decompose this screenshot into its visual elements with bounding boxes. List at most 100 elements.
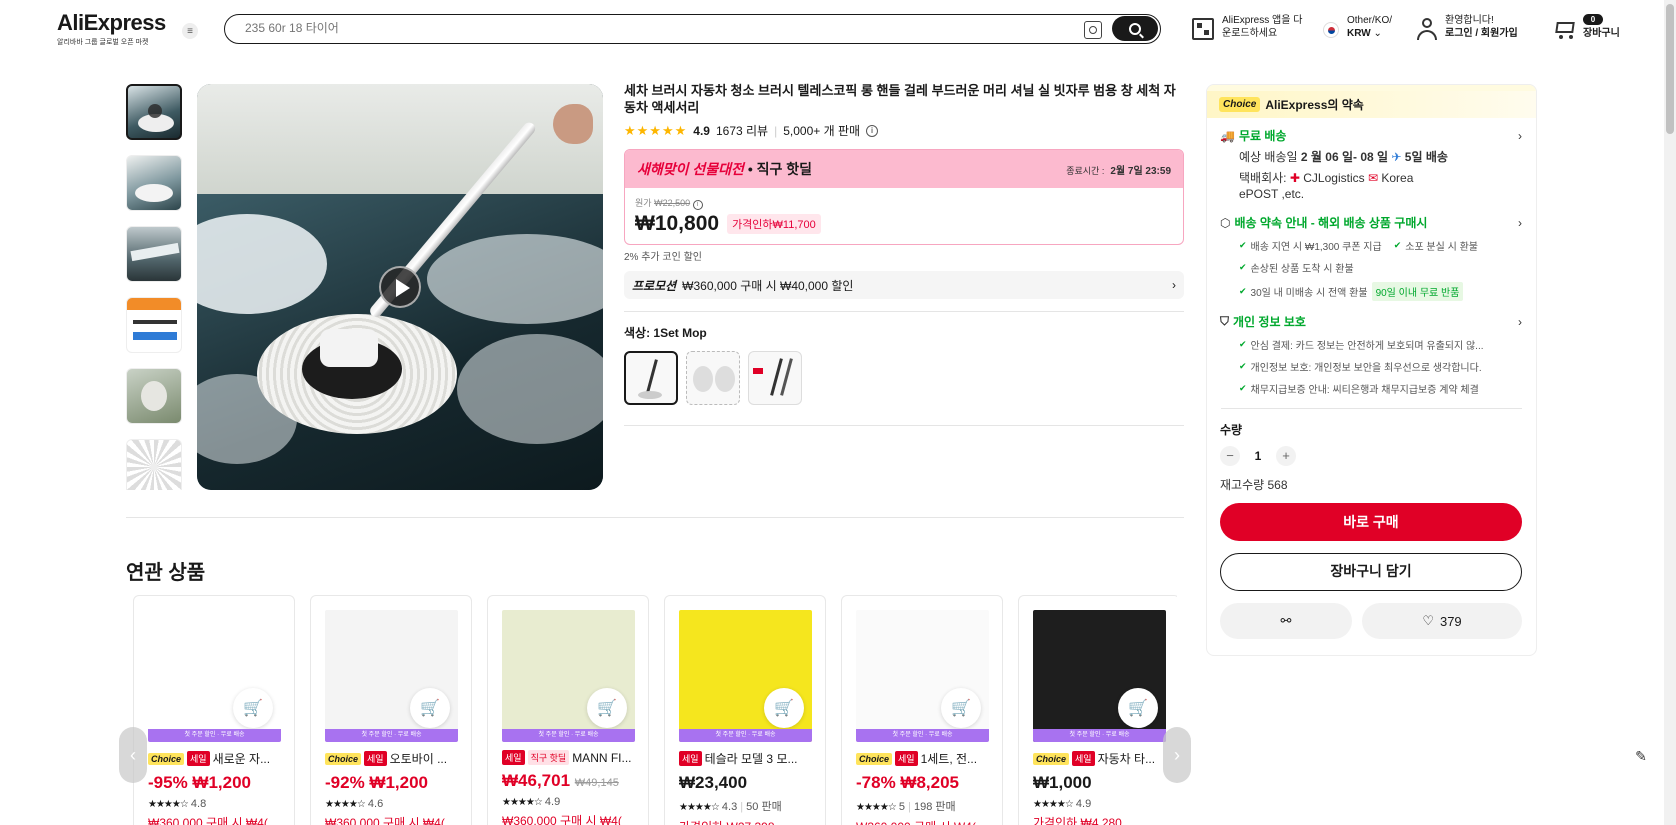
cart-link[interactable]: 장바구니 bbox=[1583, 27, 1620, 40]
carousel-prev-button[interactable]: ‹ bbox=[119, 727, 147, 783]
divider bbox=[624, 311, 1184, 312]
product-image[interactable]: 🛒 첫 주문 할인 · 무료 배송 bbox=[679, 610, 812, 742]
product-name[interactable]: Choice 세일 1세트, 전... bbox=[856, 750, 988, 767]
add-to-cart-icon[interactable]: 🛒 bbox=[587, 688, 627, 728]
info-icon[interactable]: i bbox=[692, 200, 703, 210]
first-order-band: 첫 주문 할인 · 무료 배송 bbox=[856, 729, 989, 742]
product-card[interactable]: 🛒 첫 주문 할인 · 무료 배송 세일 테슬라 모델 3 모... ₩23,40… bbox=[664, 595, 826, 825]
color-option-2[interactable] bbox=[686, 351, 740, 405]
quantity-section: 수량 − 1 + 재고수량 568 바로 구매 장바구니 담기 ⚯ ♡ 379 bbox=[1207, 421, 1536, 639]
qr-code-icon[interactable] bbox=[1192, 18, 1214, 40]
check-icon: ✔ bbox=[1239, 262, 1247, 272]
product-title: 세차 브러시 자동차 청소 브러시 텔레스코픽 롱 핸들 걸레 부드러운 머리 … bbox=[624, 83, 1176, 115]
decrease-quantity-button[interactable]: − bbox=[1220, 446, 1240, 466]
camera-search-icon[interactable] bbox=[1084, 21, 1102, 39]
color-option-3[interactable] bbox=[748, 351, 802, 405]
share-icon: ⚯ bbox=[1280, 613, 1292, 628]
thumbnail-2[interactable] bbox=[126, 155, 182, 211]
rating-stars: ★★★★☆ bbox=[679, 802, 720, 813]
original-price: ₩22,500 bbox=[654, 198, 691, 208]
delivery-guarantee-section[interactable]: ⬡ 배송 약속 안내 - 해외 배송 상품 구매시 › ✔ 배송 지연 시 ₩1,30… bbox=[1207, 214, 1536, 301]
promotion-row[interactable]: 프로모션 ₩360,000 구매 시 ₩40,000 할인 › bbox=[624, 271, 1184, 299]
edit-icon[interactable]: ✎ bbox=[1630, 748, 1652, 770]
cart-icon[interactable] bbox=[1553, 19, 1577, 39]
add-to-cart-icon[interactable]: 🛒 bbox=[764, 688, 804, 728]
product-tag: Choice bbox=[325, 752, 362, 765]
play-video-button[interactable] bbox=[379, 266, 421, 308]
shield-icon: ⬡ bbox=[1220, 215, 1231, 230]
shipping-section[interactable]: 🚚 무료 배송 › 예상 배송일 2 월 06 일- 08 일 ✈ 5일 배송 택배… bbox=[1207, 127, 1536, 202]
thumbnail-1[interactable] bbox=[126, 84, 182, 140]
product-card[interactable]: 🛒 첫 주문 할인 · 무료 배송 세일 직구 핫딜 MANN FI... ₩46,… bbox=[487, 595, 649, 825]
add-to-cart-icon[interactable]: 🛒 bbox=[410, 688, 450, 728]
main-product-image[interactable] bbox=[197, 84, 603, 490]
color-option-1[interactable] bbox=[624, 351, 678, 405]
category-menu-button[interactable]: ≡ bbox=[182, 23, 198, 39]
product-card[interactable]: 🛒 첫 주문 할인 · 무료 배송 Choice 세일 자동차 타... ₩1,00… bbox=[1018, 595, 1177, 825]
search-input[interactable] bbox=[245, 21, 1045, 35]
product-image[interactable]: 🛒 첫 주문 할인 · 무료 배송 bbox=[148, 610, 281, 742]
original-price-label: 원가 bbox=[635, 198, 652, 208]
quantity-stepper: − 1 + bbox=[1220, 446, 1522, 466]
product-name[interactable]: Choice 세일 새로운 자... bbox=[148, 750, 280, 767]
page-scrollbar[interactable] bbox=[1664, 0, 1676, 825]
thumbnail-5[interactable] bbox=[126, 368, 182, 424]
rating-stars: ★★★★☆ bbox=[502, 797, 543, 808]
cj-logo-icon: ✚ bbox=[1289, 171, 1300, 185]
product-name[interactable]: 세일 테슬라 모델 3 모... bbox=[679, 750, 811, 767]
choice-header: Choice AliExpress의 약속 bbox=[1207, 85, 1536, 118]
product-name[interactable]: Choice 세일 자동차 타... bbox=[1033, 750, 1165, 767]
product-promo: ₩360,000 구매 시 ₩4( bbox=[148, 816, 268, 825]
privacy-section[interactable]: ⛉ 개인 정보 보호 › ✔ 안심 결제: 카드 정보는 안전하게 보호되며 유출되지… bbox=[1207, 313, 1536, 396]
buy-now-button[interactable]: 바로 구매 bbox=[1220, 503, 1522, 541]
wishlist-button[interactable]: ♡ 379 bbox=[1362, 603, 1522, 639]
choice-title: AliExpress의 약속 bbox=[1265, 98, 1364, 112]
product-name[interactable]: Choice 세일 오토바이 ... bbox=[325, 750, 457, 767]
region-currency-selector[interactable]: Other/KO/ KRW ⌄ bbox=[1347, 14, 1392, 40]
share-button[interactable]: ⚯ bbox=[1220, 603, 1352, 639]
thumbnail-4[interactable] bbox=[126, 297, 182, 353]
price-cut-badge: 가격인하₩11,700 bbox=[727, 214, 821, 234]
product-rating: ★★★★☆ 4.9 bbox=[1033, 798, 1092, 810]
product-rating: ★★★★☆ 4.9 bbox=[502, 796, 561, 808]
info-icon[interactable]: i bbox=[866, 124, 879, 137]
add-to-cart-button[interactable]: 장바구니 담기 bbox=[1220, 553, 1522, 591]
product-card[interactable]: 🛒 첫 주문 할인 · 무료 배송 Choice 세일 1세트, 전... -78%… bbox=[841, 595, 1003, 825]
product-info: 세차 브러시 자동차 청소 브러시 텔레스코픽 롱 핸들 걸레 부드러운 머리 … bbox=[624, 82, 1184, 426]
add-to-cart-icon[interactable]: 🛒 bbox=[1118, 688, 1158, 728]
product-tag: 세일 bbox=[895, 751, 918, 766]
increase-quantity-button[interactable]: + bbox=[1276, 446, 1296, 466]
product-card[interactable]: 🛒 첫 주문 할인 · 무료 배송 Choice 세일 오토바이 ... -92% … bbox=[310, 595, 472, 825]
choice-badge: Choice bbox=[1219, 97, 1261, 112]
product-card[interactable]: 🛒 첫 주문 할인 · 무료 배송 Choice 세일 새로운 자... -95% … bbox=[133, 595, 295, 825]
promo-text: ₩360,000 구매 시 ₩40,000 할인 bbox=[682, 278, 854, 293]
check-icon: ✔ bbox=[1239, 286, 1247, 296]
aliexpress-logo[interactable]: AliExpress 알리바바 그룹 글로벌 오픈 마켓 bbox=[57, 10, 166, 47]
check-icon: ✔ bbox=[1239, 240, 1247, 250]
shield-check-icon: ⛉ bbox=[1220, 314, 1230, 328]
carousel-next-button[interactable]: › bbox=[1163, 727, 1191, 783]
user-icon[interactable] bbox=[1416, 18, 1438, 42]
add-to-cart-icon[interactable]: 🛒 bbox=[941, 688, 981, 728]
product-rating: ★★★★☆ 4.3 | 50 판매 bbox=[679, 801, 782, 813]
rating-stars: ★★★★☆ bbox=[1033, 799, 1074, 810]
logo-tagline: 알리바바 그룹 글로벌 오픈 마켓 bbox=[57, 39, 149, 46]
product-image[interactable]: 🛒 첫 주문 할인 · 무료 배송 bbox=[502, 610, 635, 742]
product-name[interactable]: 세일 직구 핫딜 MANN FI... bbox=[502, 750, 634, 765]
add-to-cart-icon[interactable]: 🛒 bbox=[233, 688, 273, 728]
product-image[interactable]: 🛒 첫 주문 할인 · 무료 배송 bbox=[1033, 610, 1166, 742]
review-count-link[interactable]: 1673 리뷰 bbox=[716, 122, 768, 139]
app-download-link[interactable]: AliExpress 앱을 다 운로드하세요 bbox=[1222, 14, 1302, 40]
search-button[interactable] bbox=[1112, 16, 1158, 41]
delivery-dates: 2 월 06 일- 08 일 bbox=[1300, 150, 1389, 164]
thumbnail-3[interactable] bbox=[126, 226, 182, 282]
product-rating: ★★★★☆ 5 | 198 판매 bbox=[856, 801, 956, 813]
check-icon: ✔ bbox=[1239, 339, 1247, 349]
account-menu[interactable]: 환영합니다! 로그인 / 회원가입 bbox=[1445, 14, 1518, 40]
first-order-band: 첫 주문 할인 · 무료 배송 bbox=[502, 729, 635, 742]
quantity-value[interactable]: 1 bbox=[1248, 449, 1268, 463]
thumbnail-6[interactable] bbox=[126, 439, 182, 490]
product-image[interactable]: 🛒 첫 주문 할인 · 무료 배송 bbox=[325, 610, 458, 742]
product-image[interactable]: 🛒 첫 주문 할인 · 무료 배송 bbox=[856, 610, 989, 742]
scrollbar-thumb[interactable] bbox=[1666, 4, 1674, 134]
